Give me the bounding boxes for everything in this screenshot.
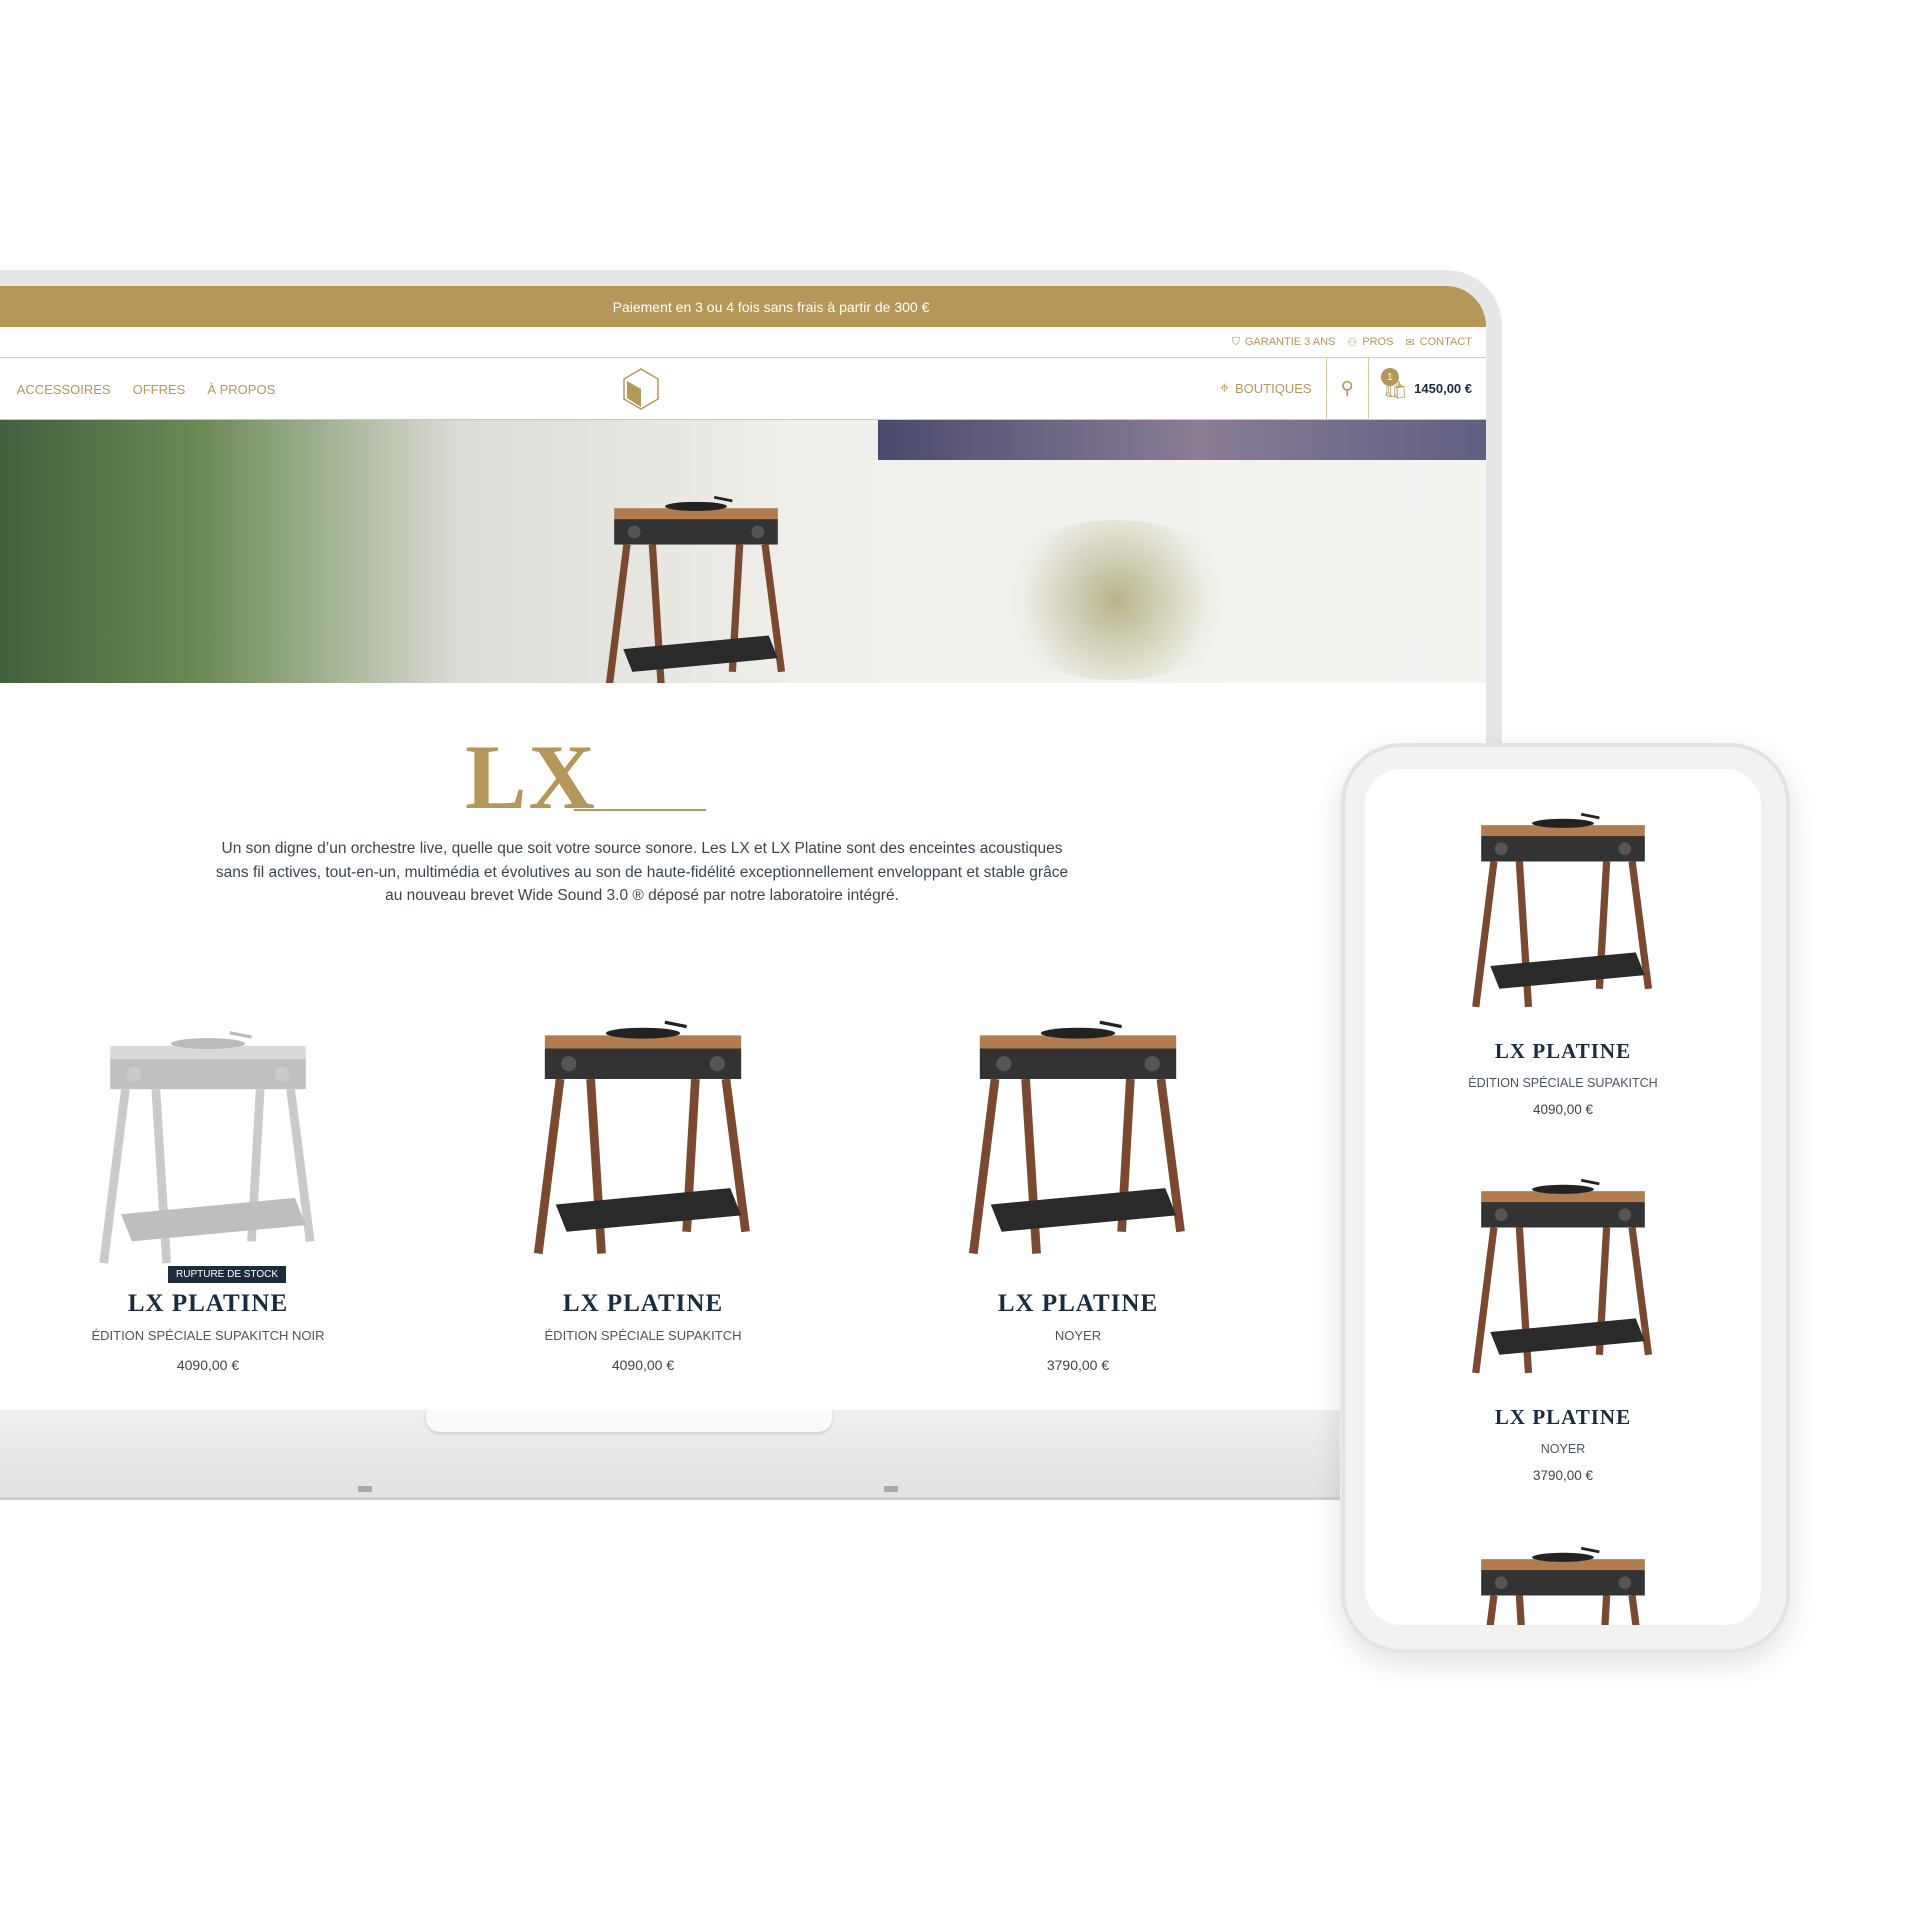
product-card[interactable]: RUPTURE DE STOCK LX PLATINE ÉDITION SPÉC…	[18, 994, 398, 1373]
product-name[interactable]: LX PLATINE	[1365, 1405, 1761, 1430]
product-name[interactable]: LX PLATINE	[453, 1290, 833, 1318]
boutiques-link[interactable]: ⌖ BOUTIQUES	[1206, 358, 1326, 419]
account-button[interactable]: ⚲	[1325, 358, 1368, 419]
product-card[interactable]: LX PLATINE NOYER 3790,00 €	[888, 994, 1268, 1373]
hero-painting	[878, 420, 1486, 460]
shield-icon: ⛉	[1231, 335, 1240, 348]
section-description: Un son digne d’un orchestre live, quelle…	[215, 840, 1069, 904]
cart-count-badge: 1	[1380, 368, 1399, 386]
product-subtitle: ÉDITION SPÉCIALE SUPAKITCH	[544, 1328, 742, 1343]
product-price: 3790,00 €	[1046, 1357, 1110, 1373]
logo-icon[interactable]	[623, 368, 659, 410]
promo-text: Paiement en 3 ou 4 fois sans frais à par…	[612, 298, 930, 315]
laptop-foot	[884, 1486, 898, 1492]
nav-link-accessoires[interactable]: ACCESSOIRES	[17, 382, 111, 397]
product-image[interactable]	[1463, 799, 1663, 1024]
product-name[interactable]: LX PLATINE	[1365, 1039, 1761, 1064]
mobile-product-card[interactable]: LX PLATINE ÉDITION SPÉCIALE SUPAKITCH 40…	[1365, 799, 1761, 1117]
phone-screen: LX PLATINE ÉDITION SPÉCIALE SUPAKITCH 40…	[1365, 769, 1761, 1625]
section-title: LX	[465, 726, 597, 828]
product-image[interactable]	[888, 994, 1268, 1274]
product-subtitle: ÉDITION SPÉCIALE SUPAKITCH NOIR	[91, 1328, 325, 1343]
product-image[interactable]	[1463, 1165, 1663, 1390]
product-image[interactable]	[453, 994, 833, 1274]
cart-total: 1450,00 €	[1414, 381, 1472, 396]
laptop-notch	[426, 1410, 832, 1432]
utility-pros[interactable]: ⚇ PROS	[1347, 336, 1393, 349]
mobile-product-card[interactable]: LX PLATINE NOYER 3790,00 €	[1365, 1165, 1761, 1483]
hero-turntable-stand	[516, 490, 876, 683]
product-name[interactable]: LX PLATINE	[888, 1290, 1268, 1318]
product-subtitle: NOYER	[1540, 1442, 1586, 1456]
product-subtitle: ÉDITION SPÉCIALE SUPAKITCH	[1468, 1076, 1658, 1090]
mobile-product-card[interactable]	[1365, 1533, 1761, 1625]
product-name[interactable]: LX PLATINE	[18, 1290, 398, 1318]
laptop-foot	[358, 1486, 372, 1492]
utility-pros-label: PROS	[1362, 336, 1394, 348]
product-price: 4090,00 €	[176, 1357, 240, 1373]
cart-button[interactable]: 🛍 1 1450,00 €	[1367, 358, 1486, 419]
mail-icon: ✉	[1405, 336, 1415, 349]
boutiques-label: BOUTIQUES	[1235, 381, 1312, 396]
users-icon: ⚇	[1347, 336, 1358, 349]
utility-contact[interactable]: ✉ CONTACT	[1405, 336, 1472, 349]
product-image[interactable]	[18, 994, 398, 1274]
nav-link-offres[interactable]: OFFRES	[133, 382, 186, 397]
utility-contact-label: CONTACT	[1419, 336, 1472, 348]
title-underline	[574, 809, 706, 811]
utility-bar: ⛉ GARANTIE 3 ANS ⚇ PROS ✉ CONTACT	[0, 327, 1486, 358]
product-price: 4090,00 €	[611, 1357, 675, 1373]
product-image[interactable]	[1463, 1533, 1663, 1625]
location-pin-icon: ⌖	[1219, 379, 1229, 397]
product-card[interactable]: LX PLATINE ÉDITION SPÉCIALE SUPAKITCH 40…	[453, 994, 833, 1373]
hero-image	[0, 420, 1486, 683]
hero-plant	[986, 520, 1246, 680]
nav-link-a-propos[interactable]: À PROPOS	[207, 382, 275, 397]
promo-banner: Paiement en 3 ou 4 fois sans frais à par…	[0, 286, 1486, 327]
out-of-stock-badge: RUPTURE DE STOCK	[168, 1266, 287, 1283]
user-icon: ⚲	[1340, 378, 1354, 398]
main-nav: S ACCESSOIRES OFFRES À PROPOS ⌖BOUTIQUES…	[0, 358, 1486, 420]
product-price: 3790,00 €	[1532, 1468, 1594, 1483]
phone-frame: LX PLATINE ÉDITION SPÉCIALE SUPAKITCH 40…	[1341, 743, 1790, 1653]
utility-warranty[interactable]: ⛉ GARANTIE 3 ANS	[1232, 336, 1336, 349]
laptop-frame: Paiement en 3 ou 4 fois sans frais à par…	[0, 270, 1502, 1502]
utility-warranty-label: GARANTIE 3 ANS	[1244, 336, 1336, 348]
product-price: 4090,00 €	[1532, 1102, 1594, 1117]
product-subtitle: NOYER	[1054, 1328, 1102, 1343]
